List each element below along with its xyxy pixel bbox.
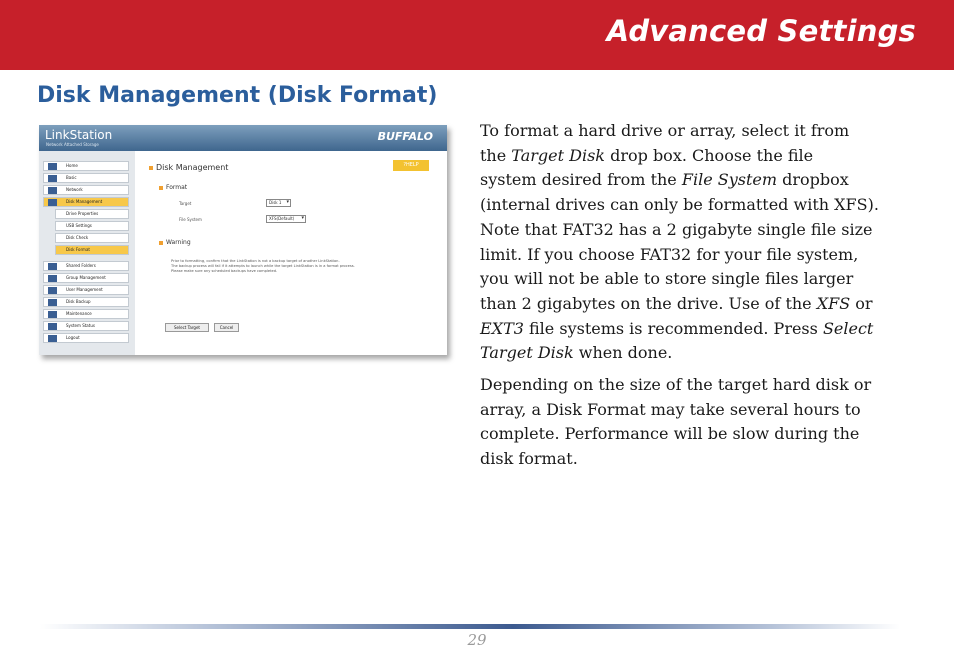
sidebar-item[interactable]: Home: [43, 161, 129, 171]
sidebar-item-label: Shared Folders: [66, 263, 96, 268]
sidebar-item[interactable]: Group Management: [43, 273, 129, 283]
sidebar-item[interactable]: USB Settings: [55, 221, 129, 231]
sidebar-item-label: Drive Properties: [66, 211, 99, 216]
nav-icon: [48, 275, 57, 282]
text-line: Depending on the size of the target hard…: [480, 375, 872, 395]
nav-icon: [48, 263, 57, 270]
nav-icon: [48, 187, 57, 194]
emphasis: Target Disk: [511, 145, 605, 165]
sidebar-item-label: System Status: [66, 323, 95, 328]
select-target-button[interactable]: Select Target: [165, 323, 209, 332]
sidebar-item[interactable]: Shared Folders: [43, 261, 129, 271]
emphasis: File System: [681, 170, 778, 190]
nav-icon: [48, 199, 57, 206]
target-label: Target: [179, 201, 192, 206]
sidebar-item-label: Group Management: [66, 275, 106, 280]
warning-line: Please make sure any scheduled backups h…: [171, 269, 278, 273]
sidebar-item[interactable]: Basic: [43, 173, 129, 183]
page-number: 29: [467, 631, 487, 649]
emphasis: Target Disk: [480, 343, 574, 363]
sidebar-item[interactable]: Network: [43, 185, 129, 195]
nav-icon: [48, 287, 57, 294]
header-banner: Advanced Settings: [0, 0, 954, 70]
target-select[interactable]: Disk 1: [266, 199, 291, 207]
emphasis: Select: [822, 318, 874, 338]
body-text: To format a hard drive or array, select …: [480, 119, 920, 472]
embedded-screenshot: LinkStation Network Attached Storage BUF…: [39, 125, 447, 355]
file-system-label: File System: [179, 217, 202, 222]
sidebar-item-label: Network: [66, 187, 83, 192]
text-line: To format a hard drive or array, select …: [480, 121, 850, 140]
screenshot-main: Disk Management ?HELP Format Target Disk…: [135, 151, 447, 355]
page-title: Advanced Settings: [606, 14, 916, 48]
section-title: Disk Management (Disk Format): [37, 83, 438, 108]
nav-icon: [48, 163, 57, 170]
main-title: Disk Management: [149, 163, 228, 172]
sidebar-item[interactable]: Disk Management: [43, 197, 129, 207]
text-line: you will not be able to store single fil…: [480, 269, 854, 289]
nav-icon: [48, 175, 57, 182]
file-system-select[interactable]: XFS(Default): [266, 215, 306, 223]
text-line: disk format.: [480, 449, 578, 469]
text-line: the Target Disk drop box. Choose the fil…: [480, 145, 814, 165]
text-line: (internal drives can only be formatted w…: [480, 195, 879, 215]
paragraph-duration-note: Depending on the size of the target hard…: [480, 373, 920, 472]
sidebar-item[interactable]: User Management: [43, 285, 129, 295]
sidebar-item[interactable]: System Status: [43, 321, 129, 331]
sidebar-item-label: Home: [66, 163, 78, 168]
sidebar-item-label: Logout: [66, 335, 80, 340]
nav-icon: [48, 299, 57, 306]
sidebar-item[interactable]: Drive Properties: [55, 209, 129, 219]
sidebar-item[interactable]: Maintenance: [43, 309, 129, 319]
sidebar-item-label: Disk Check: [66, 235, 89, 240]
text-line: Target Disk when done.: [480, 343, 673, 363]
nav-icon: [48, 311, 57, 318]
footer-rule: [40, 624, 900, 629]
screenshot-header: LinkStation Network Attached Storage BUF…: [39, 125, 447, 151]
sidebar-item-label: Disk Format: [66, 247, 90, 252]
sidebar-item-label: Disk Backup: [66, 299, 91, 304]
screenshot-sidebar: Home Basic Network Disk Management Drive Pro…: [39, 151, 135, 355]
text-line: than 2 gigabytes on the drive. Use of th…: [480, 293, 873, 313]
help-button[interactable]: ?HELP: [393, 160, 429, 171]
text-line: EXT3 file systems is recommended. Press …: [480, 318, 874, 338]
sidebar-item[interactable]: Disk Backup: [43, 297, 129, 307]
text-line: complete. Performance will be slow durin…: [480, 424, 860, 444]
app-subtitle: Network Attached Storage: [46, 142, 99, 147]
warning-line: Prior to formatting, confirm that the Li…: [171, 259, 340, 263]
sidebar-item-label: Maintenance: [66, 311, 92, 316]
emphasis: XFS: [816, 293, 851, 313]
nav-icon: [48, 335, 57, 342]
sidebar-item-label: USB Settings: [66, 223, 92, 228]
text-line: array, a Disk Format may take several ho…: [480, 399, 861, 419]
emphasis: EXT3: [480, 318, 524, 338]
text-line: system desired from the File System drop…: [480, 170, 849, 190]
sidebar-item[interactable]: Logout: [43, 333, 129, 343]
sidebar-item[interactable]: Disk Format: [55, 245, 129, 255]
text-line: limit. If you choose FAT32 for your file…: [480, 244, 859, 264]
cancel-button[interactable]: Cancel: [214, 323, 239, 332]
brand-logo: BUFFALO: [377, 130, 433, 143]
nav-icon: [48, 323, 57, 330]
app-logo: LinkStation: [45, 128, 113, 142]
warning-heading: Warning: [159, 239, 191, 246]
sidebar-item-label: User Management: [66, 287, 103, 292]
warning-line: The backup process will fail if it attem…: [171, 264, 355, 268]
format-heading: Format: [159, 184, 187, 191]
sidebar-item[interactable]: Disk Check: [55, 233, 129, 243]
sidebar-item-label: Basic: [66, 175, 77, 180]
sidebar-item-label: Disk Management: [66, 199, 103, 204]
text-line: Note that FAT32 has a 2 gigabyte single …: [480, 219, 873, 239]
paragraph-format-instructions: To format a hard drive or array, select …: [480, 119, 920, 366]
